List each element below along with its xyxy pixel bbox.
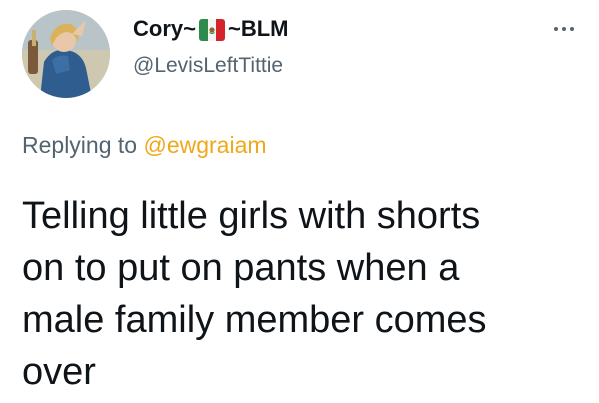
- tweet-text: Telling little girls with shorts on to p…: [22, 190, 582, 398]
- display-name-suffix: ~BLM: [227, 16, 289, 41]
- tweet-text-line: Telling little girls with shorts: [22, 195, 481, 237]
- more-dot: [570, 27, 574, 31]
- more-options-icon[interactable]: [544, 18, 584, 40]
- display-name-prefix: Cory~: [133, 16, 196, 41]
- more-dot: [554, 27, 558, 31]
- reply-mention-link[interactable]: @ewgraiam: [143, 132, 266, 158]
- tweet-text-line: on to put on pants when a: [22, 247, 460, 289]
- replying-to-label: Replying to: [22, 132, 144, 158]
- replying-to: Replying to @ewgraiam: [22, 130, 267, 160]
- tweet-card: Cory~ ~BLM @LevisLeftTittie Replying to …: [0, 0, 599, 403]
- more-dot: [562, 27, 566, 31]
- mexico-flag-icon: [198, 19, 225, 41]
- display-name[interactable]: Cory~ ~BLM: [133, 14, 288, 44]
- tweet-text-line: over: [22, 351, 96, 393]
- avatar-image: [22, 10, 110, 98]
- tweet-text-line: male family member comes: [22, 299, 487, 341]
- avatar[interactable]: [22, 10, 110, 98]
- user-handle[interactable]: @LevisLeftTittie: [133, 52, 283, 80]
